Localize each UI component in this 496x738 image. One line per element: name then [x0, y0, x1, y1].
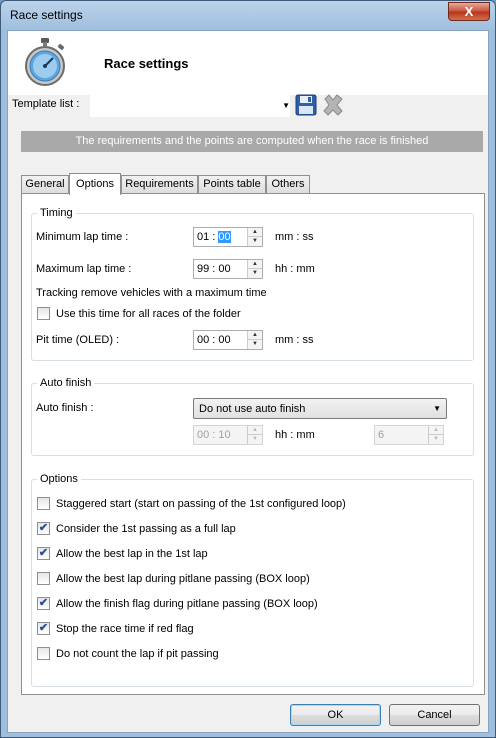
spin-up-icon[interactable]: ▲ [248, 331, 262, 340]
stopwatch-icon [25, 38, 65, 86]
template-list-combo[interactable]: ▼ [90, 95, 290, 117]
use-time-checkbox[interactable] [37, 307, 50, 320]
option-checkbox[interactable]: ✔ [37, 547, 50, 560]
options-legend: Options [40, 473, 78, 485]
spin-up-icon[interactable]: ▲ [248, 228, 262, 237]
spin-down-icon[interactable]: ▼ [248, 340, 262, 349]
option-checkbox[interactable]: ✔ [37, 522, 50, 535]
use-time-label: Use this time for all races of the folde… [56, 308, 241, 320]
option-label: Stop the race time if red flag [56, 623, 194, 635]
max-lap-time-spinner[interactable]: 99 : 00 ▲ ▼ [193, 259, 263, 279]
auto-finish-count-spinner: 6 ▲ ▼ [374, 425, 444, 445]
spinner-buttons: ▲ ▼ [428, 426, 443, 444]
option-checkbox[interactable] [37, 647, 50, 660]
chevron-down-icon: ▼ [282, 101, 290, 110]
chevron-down-icon: ▼ [433, 404, 441, 413]
spin-up-icon: ▲ [429, 426, 443, 435]
spinner-buttons[interactable]: ▲ ▼ [247, 260, 262, 278]
auto-finish-time-value: 00 : 10 [197, 429, 231, 441]
option-label: Allow the best lap in the 1st lap [56, 548, 208, 560]
spin-up-icon[interactable]: ▲ [248, 260, 262, 269]
option-label: Do not count the lap if pit passing [56, 648, 219, 660]
spinner-buttons[interactable]: ▲ ▼ [247, 228, 262, 246]
tab-options[interactable]: Options [69, 173, 121, 195]
template-list-label: Template list : [12, 98, 80, 110]
ok-button[interactable]: OK [290, 704, 381, 726]
header-title: Race settings [104, 56, 189, 71]
dialog-client-area: Race settings Template list : ▼ The requ… [7, 30, 489, 733]
tab-points-table[interactable]: Points table [198, 175, 266, 194]
tab-general[interactable]: General [21, 175, 69, 194]
tab-others[interactable]: Others [266, 175, 310, 194]
spinner-buttons: ▲ ▼ [247, 426, 262, 444]
tab-requirements[interactable]: Requirements [121, 175, 198, 194]
info-bar: The requirements and the points are comp… [21, 131, 483, 152]
tracking-text: Tracking remove vehicles with a maximum … [36, 287, 267, 299]
option-label: Consider the 1st passing as a full lap [56, 523, 236, 535]
max-lap-time-value: 99 : 00 [197, 263, 231, 275]
floppy-disk-icon[interactable] [295, 94, 317, 116]
auto-finish-label: Auto finish : [36, 402, 94, 414]
option-label: Allow the finish flag during pitlane pas… [56, 598, 318, 610]
timing-legend: Timing [40, 207, 73, 219]
min-lap-label: Minimum lap time : [36, 231, 129, 243]
spin-down-icon: ▼ [248, 435, 262, 444]
option-label: Staggered start (start on passing of the… [56, 498, 346, 510]
max-lap-label: Maximum lap time : [36, 263, 132, 275]
auto-finish-time-spinner: 00 : 10 ▲ ▼ [193, 425, 263, 445]
spin-up-icon: ▲ [248, 426, 262, 435]
option-checkbox[interactable] [37, 497, 50, 510]
option-checkbox[interactable]: ✔ [37, 597, 50, 610]
max-lap-unit: hh : mm [275, 263, 315, 275]
auto-finish-select[interactable]: Do not use auto finish ▼ [193, 398, 447, 419]
spin-down-icon: ▼ [429, 435, 443, 444]
options-tab-panel: Timing Minimum lap time : 01 : 00 ▲ ▼ mm … [21, 193, 485, 695]
spinner-buttons[interactable]: ▲ ▼ [247, 331, 262, 349]
dialog-header: Race settings [8, 31, 488, 95]
cancel-button[interactable]: Cancel [389, 704, 480, 726]
title-bar[interactable]: Race settings X [1, 1, 495, 27]
race-settings-window: Race settings X Race settings Template l… [0, 0, 496, 738]
pit-time-spinner[interactable]: 00 : 00 ▲ ▼ [193, 330, 263, 350]
option-checkbox[interactable] [37, 572, 50, 585]
window-title: Race settings [10, 8, 83, 22]
close-button[interactable]: X [448, 2, 490, 21]
min-lap-time-value: 01 : 00 [197, 231, 231, 243]
auto-finish-selected: Do not use auto finish [199, 403, 306, 415]
spin-down-icon[interactable]: ▼ [248, 269, 262, 278]
auto-finish-legend: Auto finish [40, 377, 92, 389]
pit-time-unit: mm : ss [275, 334, 314, 346]
min-lap-unit: mm : ss [275, 231, 314, 243]
min-lap-time-spinner[interactable]: 01 : 00 ▲ ▼ [193, 227, 263, 247]
option-label: Allow the best lap during pitlane passin… [56, 573, 310, 585]
delete-x-icon[interactable] [321, 93, 345, 117]
pit-time-label: Pit time (OLED) : [36, 334, 120, 346]
spin-down-icon[interactable]: ▼ [248, 237, 262, 246]
auto-finish-count-value: 6 [378, 429, 385, 441]
option-checkbox[interactable]: ✔ [37, 622, 50, 635]
auto-finish-time-unit: hh : mm [275, 429, 315, 441]
pit-time-value: 00 : 00 [197, 334, 231, 346]
